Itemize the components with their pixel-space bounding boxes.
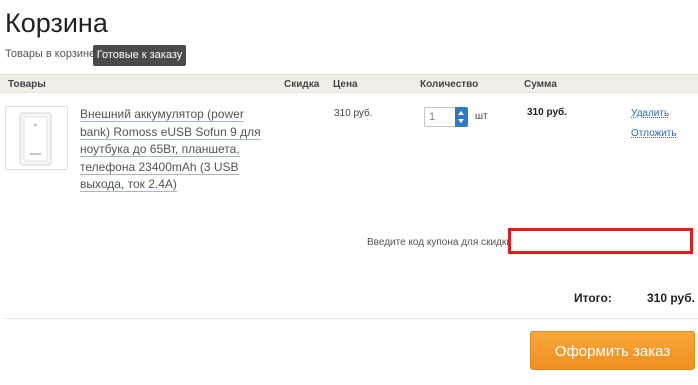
quantity-spinner[interactable]	[455, 107, 468, 127]
product-name-text[interactable]: Внешний аккумулятор (power bank) Romoss …	[80, 107, 261, 192]
page-title: Корзина	[5, 8, 108, 38]
quantity-value[interactable]: 1	[429, 111, 435, 123]
delete-link[interactable]: Удалить	[631, 108, 669, 119]
in-cart-label: Товары в корзине:	[5, 48, 99, 60]
header-price: Цена	[333, 79, 358, 90]
total-label: Итого:	[574, 291, 612, 305]
quantity-stepper[interactable]: 1	[424, 107, 468, 127]
total-value: 310 руб.	[647, 291, 695, 305]
coupon-label: Введите код купона для скидки:	[367, 237, 515, 248]
cart-table-header: Товары Скидка Цена Количество Сумма	[0, 74, 698, 93]
checkout-button[interactable]: Оформить заказ	[530, 331, 695, 370]
header-sum: Сумма	[524, 79, 557, 90]
item-price: 310 руб.	[334, 108, 373, 119]
ready-to-order-tab[interactable]: Готовые к заказу	[93, 45, 186, 66]
defer-link[interactable]: Отложить	[631, 128, 677, 139]
product-thumbnail[interactable]	[5, 106, 68, 170]
header-products: Товары	[8, 79, 46, 90]
coupon-input[interactable]	[508, 228, 693, 254]
power-bank-image	[19, 112, 52, 166]
product-name-link[interactable]: Внешний аккумулятор (power bank) Romoss …	[80, 106, 270, 194]
item-sum: 310 руб.	[527, 107, 567, 118]
quantity-unit: шт	[475, 111, 488, 122]
divider	[5, 318, 698, 319]
header-discount: Скидка	[284, 79, 320, 90]
decrement-icon[interactable]	[458, 119, 464, 123]
increment-icon[interactable]	[458, 111, 464, 115]
header-quantity: Количество	[420, 79, 479, 90]
